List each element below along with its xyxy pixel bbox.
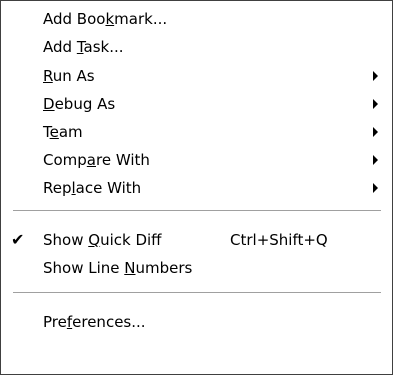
context-menu: Add Bookmark... Add Task... Run As Debug… — [0, 0, 393, 375]
menu-item-team[interactable]: Team — [1, 118, 392, 146]
menu-item-compare-with[interactable]: Compare With — [1, 146, 392, 174]
menu-item-label: Debug As — [43, 95, 116, 113]
submenu-arrow-icon — [373, 155, 378, 165]
submenu-arrow-icon — [373, 127, 378, 137]
menu-item-show-line-numbers[interactable]: Show Line Numbers — [1, 254, 392, 282]
menu-item-label: Compare With — [43, 151, 150, 169]
submenu-arrow-icon — [373, 183, 378, 193]
menu-item-label: Preferences... — [43, 313, 146, 331]
menu-item-add-task[interactable]: Add Task... — [1, 33, 392, 61]
menu-item-show-quick-diff[interactable]: ✔ Show Quick Diff Ctrl+Shift+Q — [1, 226, 392, 254]
menu-item-add-bookmark[interactable]: Add Bookmark... — [1, 5, 392, 33]
menu-separator — [13, 210, 381, 212]
menu-item-label: Add Task... — [43, 38, 124, 56]
menu-item-label: Show Line Numbers — [43, 259, 193, 277]
submenu-arrow-icon — [373, 71, 378, 81]
menu-item-replace-with[interactable]: Replace With — [1, 174, 392, 202]
menu-separator — [13, 292, 381, 294]
checkmark-icon: ✔ — [11, 230, 25, 249]
menu-item-debug-as[interactable]: Debug As — [1, 90, 392, 118]
menu-item-label: Add Bookmark... — [43, 10, 168, 28]
menu-item-label: Replace With — [43, 179, 142, 197]
menu-item-preferences[interactable]: Preferences... — [1, 308, 392, 336]
submenu-arrow-icon — [373, 99, 378, 109]
menu-item-label: Show Quick Diff — [43, 231, 162, 249]
menu-item-shortcut: Ctrl+Shift+Q — [230, 231, 328, 249]
menu-item-label: Run As — [43, 67, 95, 85]
menu-item-label: Team — [43, 123, 83, 141]
menu-item-run-as[interactable]: Run As — [1, 62, 392, 90]
